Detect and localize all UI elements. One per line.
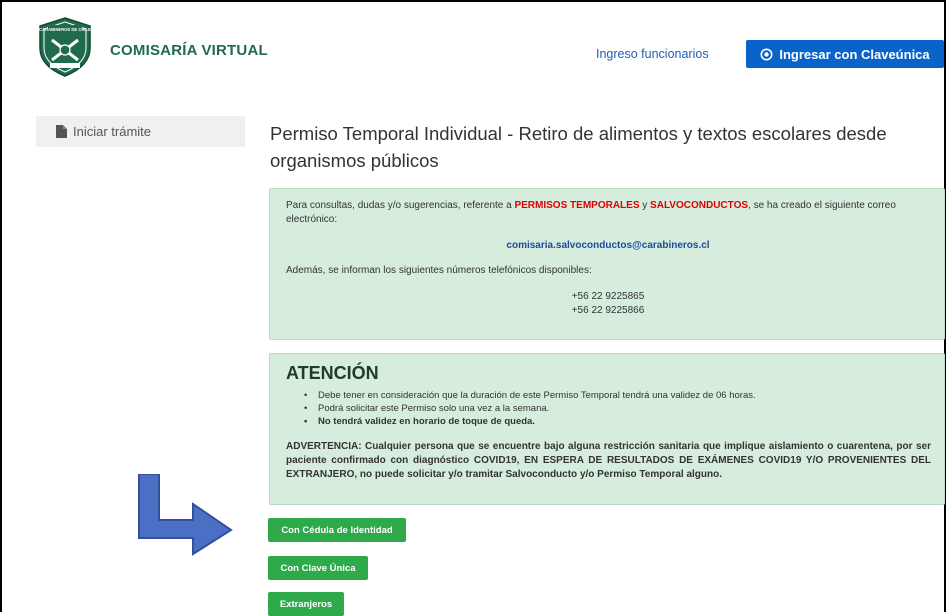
info-text-mid: y <box>639 200 651 211</box>
phones-intro: Además, se informan los siguientes númer… <box>286 265 592 276</box>
login-claveunica-button[interactable]: Ingresar con Claveúnica <box>746 40 944 68</box>
attention-title: ATENCIÓN <box>286 363 379 383</box>
page-title: Permiso Temporal Individual - Retiro de … <box>270 123 887 171</box>
contact-email[interactable]: comisaria.salvoconductos@carabineros.cl <box>270 240 946 251</box>
list-item: Debe tener en consideración que la durac… <box>304 389 924 402</box>
clave-unica-button[interactable]: Con Clave Única <box>268 556 368 580</box>
claveunica-icon <box>760 48 773 61</box>
login-button-label: Ingresar con Claveúnica <box>779 46 930 62</box>
list-item: Podrá solicitar este Permiso solo una ve… <box>304 402 924 415</box>
attention-box: ATENCIÓN Debe tener en consideración que… <box>269 353 945 505</box>
arrow-annotation-icon <box>138 474 233 556</box>
list-item: No tendrá validez en horario de toque de… <box>304 415 924 428</box>
warning-text: ADVERTENCIA: Cualquier persona que se en… <box>286 441 931 480</box>
info-text-before: Para consultas, dudas y/o sugerencias, r… <box>286 200 515 211</box>
extranjeros-button[interactable]: Extranjeros <box>268 592 344 616</box>
phone-number: +56 22 9225866 <box>571 305 645 316</box>
page-frame: CARABINEROS DE CHILE COMISARÍA VIRTUAL I… <box>0 0 946 616</box>
svg-text:CARABINEROS DE CHILE: CARABINEROS DE CHILE <box>39 27 91 32</box>
highlight-permisos: PERMISOS TEMPORALES <box>514 200 640 211</box>
info-paragraph: Para consultas, dudas y/o sugerencias, r… <box>286 199 928 227</box>
document-icon <box>56 125 67 138</box>
carabineros-logo[interactable]: CARABINEROS DE CHILE <box>34 16 96 78</box>
phone-number: +56 22 9225865 <box>571 291 645 302</box>
info-box: Para consultas, dudas y/o sugerencias, r… <box>269 188 945 340</box>
highlight-salvoconductos: SALVOCONDUCTOS <box>650 200 749 211</box>
attention-list: Debe tener en consideración que la durac… <box>304 389 924 428</box>
ingreso-funcionarios-link[interactable]: Ingreso funcionarios <box>596 47 709 61</box>
sidebar-item-label: Iniciar trámite <box>73 124 152 139</box>
brand-title[interactable]: COMISARÍA VIRTUAL <box>110 42 268 59</box>
cedula-identidad-button[interactable]: Con Cédula de Identidad <box>268 518 406 542</box>
sidebar-item-iniciar-tramite[interactable]: Iniciar trámite <box>36 116 245 147</box>
